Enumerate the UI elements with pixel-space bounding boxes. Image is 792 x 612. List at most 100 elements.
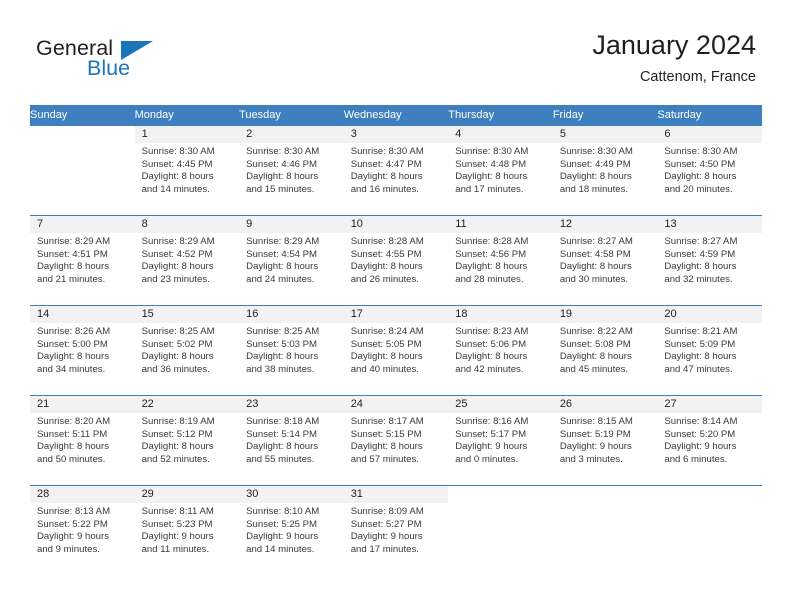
day-number: 24 (343, 396, 449, 413)
day-cell-26[interactable]: 26 Sunrise: 8:15 AM Sunset: 5:19 PM Dayligh… (552, 396, 658, 485)
sunset-line: Sunset: 5:17 PM (455, 428, 527, 440)
calendar-day-cell: 1 Sunrise: 8:30 AM Sunset: 4:45 PM Daylight… (134, 125, 240, 216)
day-cell-9[interactable]: 9 Sunrise: 8:29 AM Sunset: 4:54 PM Daylight… (239, 216, 344, 305)
day-info: Sunrise: 8:10 AM Sunset: 5:25 PM Daylight:… (239, 503, 344, 556)
sunset-line: Sunset: 4:49 PM (559, 158, 631, 170)
day-cell-28[interactable]: 28 Sunrise: 8:13 AM Sunset: 5:22 PM Dayligh… (30, 486, 135, 576)
day-info: Sunrise: 8:29 AM Sunset: 4:54 PM Daylight:… (239, 233, 344, 286)
day-info: Sunrise: 8:30 AM Sunset: 4:50 PM Daylight:… (657, 143, 762, 196)
day-info (30, 143, 135, 146)
day-cell-2[interactable]: 2 Sunrise: 8:30 AM Sunset: 4:46 PM Daylight… (239, 126, 344, 215)
calendar-day-cell: 25 Sunrise: 8:16 AM Sunset: 5:17 PM Dayligh… (448, 395, 553, 486)
day-cell-17[interactable]: 17 Sunrise: 8:24 AM Sunset: 5:05 PM Dayligh… (343, 306, 449, 395)
sunrise-line: Sunrise: 8:29 AM (246, 236, 320, 247)
daylight-line-1: Daylight: 8 hours (664, 261, 737, 273)
daylight-line-2: and 24 minutes. (246, 273, 315, 285)
sunrise-line: Sunrise: 8:30 AM (664, 146, 738, 157)
sunrise-line: Sunrise: 8:23 AM (455, 326, 529, 337)
day-cell-7[interactable]: 7 Sunrise: 8:29 AM Sunset: 4:51 PM Daylight… (30, 216, 135, 305)
daylight-line-2: and 34 minutes. (37, 363, 106, 375)
sunset-line: Sunset: 4:54 PM (246, 248, 318, 260)
sunset-line: Sunset: 5:15 PM (350, 428, 422, 440)
day-cell-8[interactable]: 8 Sunrise: 8:29 AM Sunset: 4:52 PM Daylight… (134, 216, 240, 305)
day-cell-30[interactable]: 30 Sunrise: 8:10 AM Sunset: 5:25 PM Dayligh… (239, 486, 344, 576)
day-cell-31[interactable]: 31 Sunrise: 8:09 AM Sunset: 5:27 PM Dayligh… (343, 486, 449, 576)
day-cell-27[interactable]: 27 Sunrise: 8:14 AM Sunset: 5:20 PM Dayligh… (657, 396, 762, 485)
weekday-header-friday: Friday (552, 105, 658, 126)
daylight-line-2: and 42 minutes. (455, 363, 524, 375)
day-number: 25 (448, 396, 553, 413)
calendar-day-cell: 24 Sunrise: 8:17 AM Sunset: 5:15 PM Dayligh… (343, 395, 449, 486)
daylight-line-2: and 17 minutes. (350, 543, 419, 555)
daylight-line-2: and 32 minutes. (664, 273, 733, 285)
day-cell-22[interactable]: 22 Sunrise: 8:19 AM Sunset: 5:12 PM Dayligh… (134, 396, 240, 485)
sunrise-line: Sunrise: 8:30 AM (246, 146, 320, 157)
day-cell-6[interactable]: 6 Sunrise: 8:30 AM Sunset: 4:50 PM Daylight… (657, 126, 762, 215)
day-number: 8 (134, 216, 240, 233)
day-cell-24[interactable]: 24 Sunrise: 8:17 AM Sunset: 5:15 PM Dayligh… (343, 396, 449, 485)
daylight-line-2: and 50 minutes. (37, 453, 106, 465)
weekday-header-monday: Monday (134, 105, 240, 126)
calendar-week-row: 7 Sunrise: 8:29 AM Sunset: 4:51 PM Daylight… (30, 215, 762, 306)
day-cell-5[interactable]: 5 Sunrise: 8:30 AM Sunset: 4:49 PM Daylight… (552, 126, 658, 215)
day-number: 20 (657, 306, 762, 323)
daylight-line-2: and 0 minutes. (455, 453, 519, 465)
day-cell-10[interactable]: 10 Sunrise: 8:28 AM Sunset: 4:55 PM Dayligh… (343, 216, 449, 305)
sunrise-line: Sunrise: 8:30 AM (455, 146, 529, 157)
day-info (657, 503, 762, 506)
day-number: 22 (134, 396, 240, 413)
daylight-line-1: Daylight: 9 hours (559, 441, 632, 453)
day-info: Sunrise: 8:30 AM Sunset: 4:48 PM Daylight:… (448, 143, 553, 196)
day-number: 26 (552, 396, 658, 413)
calendar-grid: Sunday Monday Tuesday Wednesday Thursday Frid… (30, 105, 762, 576)
day-info: Sunrise: 8:16 AM Sunset: 5:17 PM Daylight:… (448, 413, 553, 466)
sunrise-line: Sunrise: 8:30 AM (559, 146, 633, 157)
day-info: Sunrise: 8:17 AM Sunset: 5:15 PM Daylight:… (344, 413, 449, 466)
sunset-line: Sunset: 4:58 PM (559, 248, 631, 260)
sunset-line: Sunset: 5:08 PM (559, 338, 631, 350)
day-info: Sunrise: 8:29 AM Sunset: 4:52 PM Daylight:… (135, 233, 240, 286)
calendar-body: 1 Sunrise: 8:30 AM Sunset: 4:45 PM Daylight… (30, 125, 762, 576)
calendar-day-cell (552, 485, 658, 576)
daylight-line-2: and 40 minutes. (350, 363, 419, 375)
day-cell-11[interactable]: 11 Sunrise: 8:28 AM Sunset: 4:56 PM Dayligh… (448, 216, 553, 305)
title-block: January 2024 Cattenom, France (592, 28, 756, 88)
day-cell-18[interactable]: 18 Sunrise: 8:23 AM Sunset: 5:06 PM Dayligh… (448, 306, 553, 395)
day-number: 2 (239, 126, 344, 143)
day-info: Sunrise: 8:18 AM Sunset: 5:14 PM Daylight:… (239, 413, 344, 466)
sunset-line: Sunset: 5:19 PM (559, 428, 631, 440)
day-cell-29[interactable]: 29 Sunrise: 8:11 AM Sunset: 5:23 PM Dayligh… (134, 486, 240, 576)
day-info: Sunrise: 8:30 AM Sunset: 4:46 PM Daylight:… (239, 143, 344, 196)
day-cell-20[interactable]: 20 Sunrise: 8:21 AM Sunset: 5:09 PM Dayligh… (657, 306, 762, 395)
calendar-day-cell: 12 Sunrise: 8:27 AM Sunset: 4:58 PM Dayligh… (552, 215, 658, 306)
sunset-line: Sunset: 5:23 PM (141, 518, 213, 530)
daylight-line-1: Daylight: 8 hours (350, 261, 423, 273)
day-cell-16[interactable]: 16 Sunrise: 8:25 AM Sunset: 5:03 PM Dayligh… (239, 306, 344, 395)
day-cell-23[interactable]: 23 Sunrise: 8:18 AM Sunset: 5:14 PM Dayligh… (239, 396, 344, 485)
day-cell-19[interactable]: 19 Sunrise: 8:22 AM Sunset: 5:08 PM Dayligh… (552, 306, 658, 395)
sunset-line: Sunset: 4:46 PM (246, 158, 318, 170)
daylight-line-2: and 11 minutes. (141, 543, 210, 555)
calendar-day-cell: 28 Sunrise: 8:13 AM Sunset: 5:22 PM Dayligh… (30, 485, 135, 576)
sunrise-line: Sunrise: 8:11 AM (141, 506, 214, 517)
day-info: Sunrise: 8:30 AM Sunset: 4:45 PM Daylight:… (135, 143, 240, 196)
calendar-day-cell: 22 Sunrise: 8:19 AM Sunset: 5:12 PM Dayligh… (134, 395, 240, 486)
day-cell-12[interactable]: 12 Sunrise: 8:27 AM Sunset: 4:58 PM Dayligh… (552, 216, 658, 305)
general-blue-logo[interactable]: General Blue (36, 36, 186, 86)
day-cell-empty (657, 486, 762, 576)
day-cell-25[interactable]: 25 Sunrise: 8:16 AM Sunset: 5:17 PM Dayligh… (448, 396, 553, 485)
day-cell-21[interactable]: 21 Sunrise: 8:20 AM Sunset: 5:11 PM Dayligh… (30, 396, 135, 485)
day-number: 27 (657, 396, 762, 413)
calendar-day-cell: 16 Sunrise: 8:25 AM Sunset: 5:03 PM Dayligh… (239, 305, 344, 396)
day-cell-4[interactable]: 4 Sunrise: 8:30 AM Sunset: 4:48 PM Daylight… (448, 126, 553, 215)
weekday-header-tuesday: Tuesday (239, 105, 344, 126)
day-info (553, 503, 658, 506)
day-cell-3[interactable]: 3 Sunrise: 8:30 AM Sunset: 4:47 PM Daylight… (343, 126, 449, 215)
daylight-line-1: Daylight: 8 hours (37, 441, 109, 453)
day-info: Sunrise: 8:15 AM Sunset: 5:19 PM Daylight:… (553, 413, 658, 466)
day-cell-13[interactable]: 13 Sunrise: 8:27 AM Sunset: 4:59 PM Dayligh… (657, 216, 762, 305)
day-cell-15[interactable]: 15 Sunrise: 8:25 AM Sunset: 5:02 PM Dayligh… (134, 306, 240, 395)
day-cell-14[interactable]: 14 Sunrise: 8:26 AM Sunset: 5:00 PM Dayligh… (30, 306, 135, 395)
day-cell-1[interactable]: 1 Sunrise: 8:30 AM Sunset: 4:45 PM Daylight… (134, 126, 240, 215)
daylight-line-2: and 38 minutes. (246, 363, 315, 375)
